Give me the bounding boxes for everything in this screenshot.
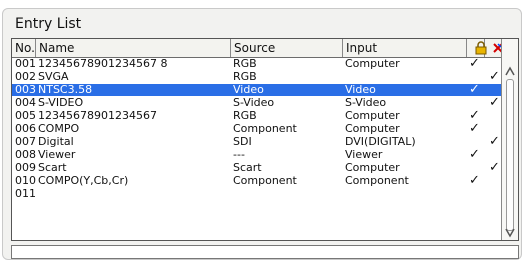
row-name: COMPO(Y,Cb,Cr) [38,174,129,187]
vertical-scrollbar[interactable] [501,39,518,240]
row-name: NTSC3.58 [38,83,93,96]
lock-check-icon[interactable]: ✓ [469,83,480,96]
skip-check-icon[interactable]: ✓ [489,70,500,83]
row-input: Computer [345,161,400,174]
table-row[interactable]: 011 [12,188,502,200]
row-input: Component [345,174,409,187]
entry-list-window: Entry List No. Name Source Input 001 1234… [2,8,522,260]
table-row[interactable]: 006 COMPO Component Computer ✓ [12,122,502,135]
col-input-header[interactable]: Input [343,39,467,57]
row-name: SVGA [38,70,69,83]
skip-check-icon[interactable]: ✓ [489,161,500,174]
row-name: Digital [38,135,74,148]
row-name: S-VIDEO [38,96,84,109]
row-no: 011 [15,187,36,200]
row-name: 12345678901234567 8 [38,58,168,70]
lock-check-icon[interactable]: ✓ [469,148,480,161]
row-name: Viewer [38,148,76,161]
row-name: COMPO [38,122,80,135]
col-no-header[interactable]: No. [12,39,36,57]
lock-check-icon[interactable]: ✓ [469,58,480,70]
table-row[interactable]: 003 NTSC3.58 Video Video ✓ [12,83,502,96]
table-row[interactable]: 002 SVGA RGB ✓ [12,70,502,83]
table-header: No. Name Source Input [12,39,503,58]
row-source: --- [233,148,245,161]
lock-icon [475,41,487,55]
row-input: Computer [345,122,400,135]
table-row[interactable]: 009 Scart Scart Computer ✓ [12,161,502,174]
scroll-up-icon[interactable] [505,65,515,79]
table-row[interactable]: 007 Digital SDI DVI(DIGITAL) ✓ [12,135,502,148]
table-row[interactable]: 008 Viewer --- Viewer ✓ [12,148,502,161]
scroll-down-icon[interactable] [505,227,515,239]
row-no: 009 [15,161,36,174]
row-source: S-Video [233,96,275,109]
lock-check-icon[interactable]: ✓ [469,122,480,135]
skip-check-icon[interactable]: ✓ [489,135,500,148]
row-source: Video [233,83,264,96]
row-name: 12345678901234567 [38,109,157,122]
row-input: Computer [345,109,400,122]
row-no: 005 [15,109,36,122]
scroll-thumb[interactable] [506,79,514,231]
row-no: 007 [15,135,36,148]
row-source: SDI [233,135,252,148]
table-row[interactable]: 005 12345678901234567 RGB Computer ✓ [12,109,502,122]
row-no: 001 [15,58,36,70]
row-no: 008 [15,148,36,161]
row-source: RGB [233,58,257,70]
skip-check-icon[interactable]: ✓ [489,96,500,109]
row-no: 010 [15,174,36,187]
table-body: 001 12345678901234567 8 RGB Computer ✓ 002 SVG… [12,58,502,240]
row-no: 003 [15,83,36,96]
row-no: 002 [15,70,36,83]
row-source: RGB [233,109,257,122]
row-input: Video [345,83,376,96]
table-row[interactable]: 001 12345678901234567 8 RGB Computer ✓ [12,58,502,70]
col-source-header[interactable]: Source [231,39,343,57]
table-row[interactable]: 004 S-VIDEO S-Video S-Video ✓ [12,96,502,109]
entry-table: No. Name Source Input 001 123456789012345… [11,38,519,241]
row-source: Component [233,122,297,135]
window-title: Entry List [15,16,82,32]
row-source: Component [233,174,297,187]
row-input: DVI(DIGITAL) [345,135,416,148]
row-input: S-Video [345,96,387,109]
row-source: RGB [233,70,257,83]
status-bar [11,245,519,259]
row-no: 006 [15,122,36,135]
row-name: Scart [38,161,67,174]
table-row[interactable]: 010 COMPO(Y,Cb,Cr) Component Component ✓ [12,174,502,187]
row-input: Computer [345,58,400,70]
col-name-header[interactable]: Name [36,39,231,57]
row-input: Viewer [345,148,383,161]
lock-check-icon[interactable]: ✓ [469,174,480,187]
row-no: 004 [15,96,36,109]
row-source: Scart [233,161,262,174]
